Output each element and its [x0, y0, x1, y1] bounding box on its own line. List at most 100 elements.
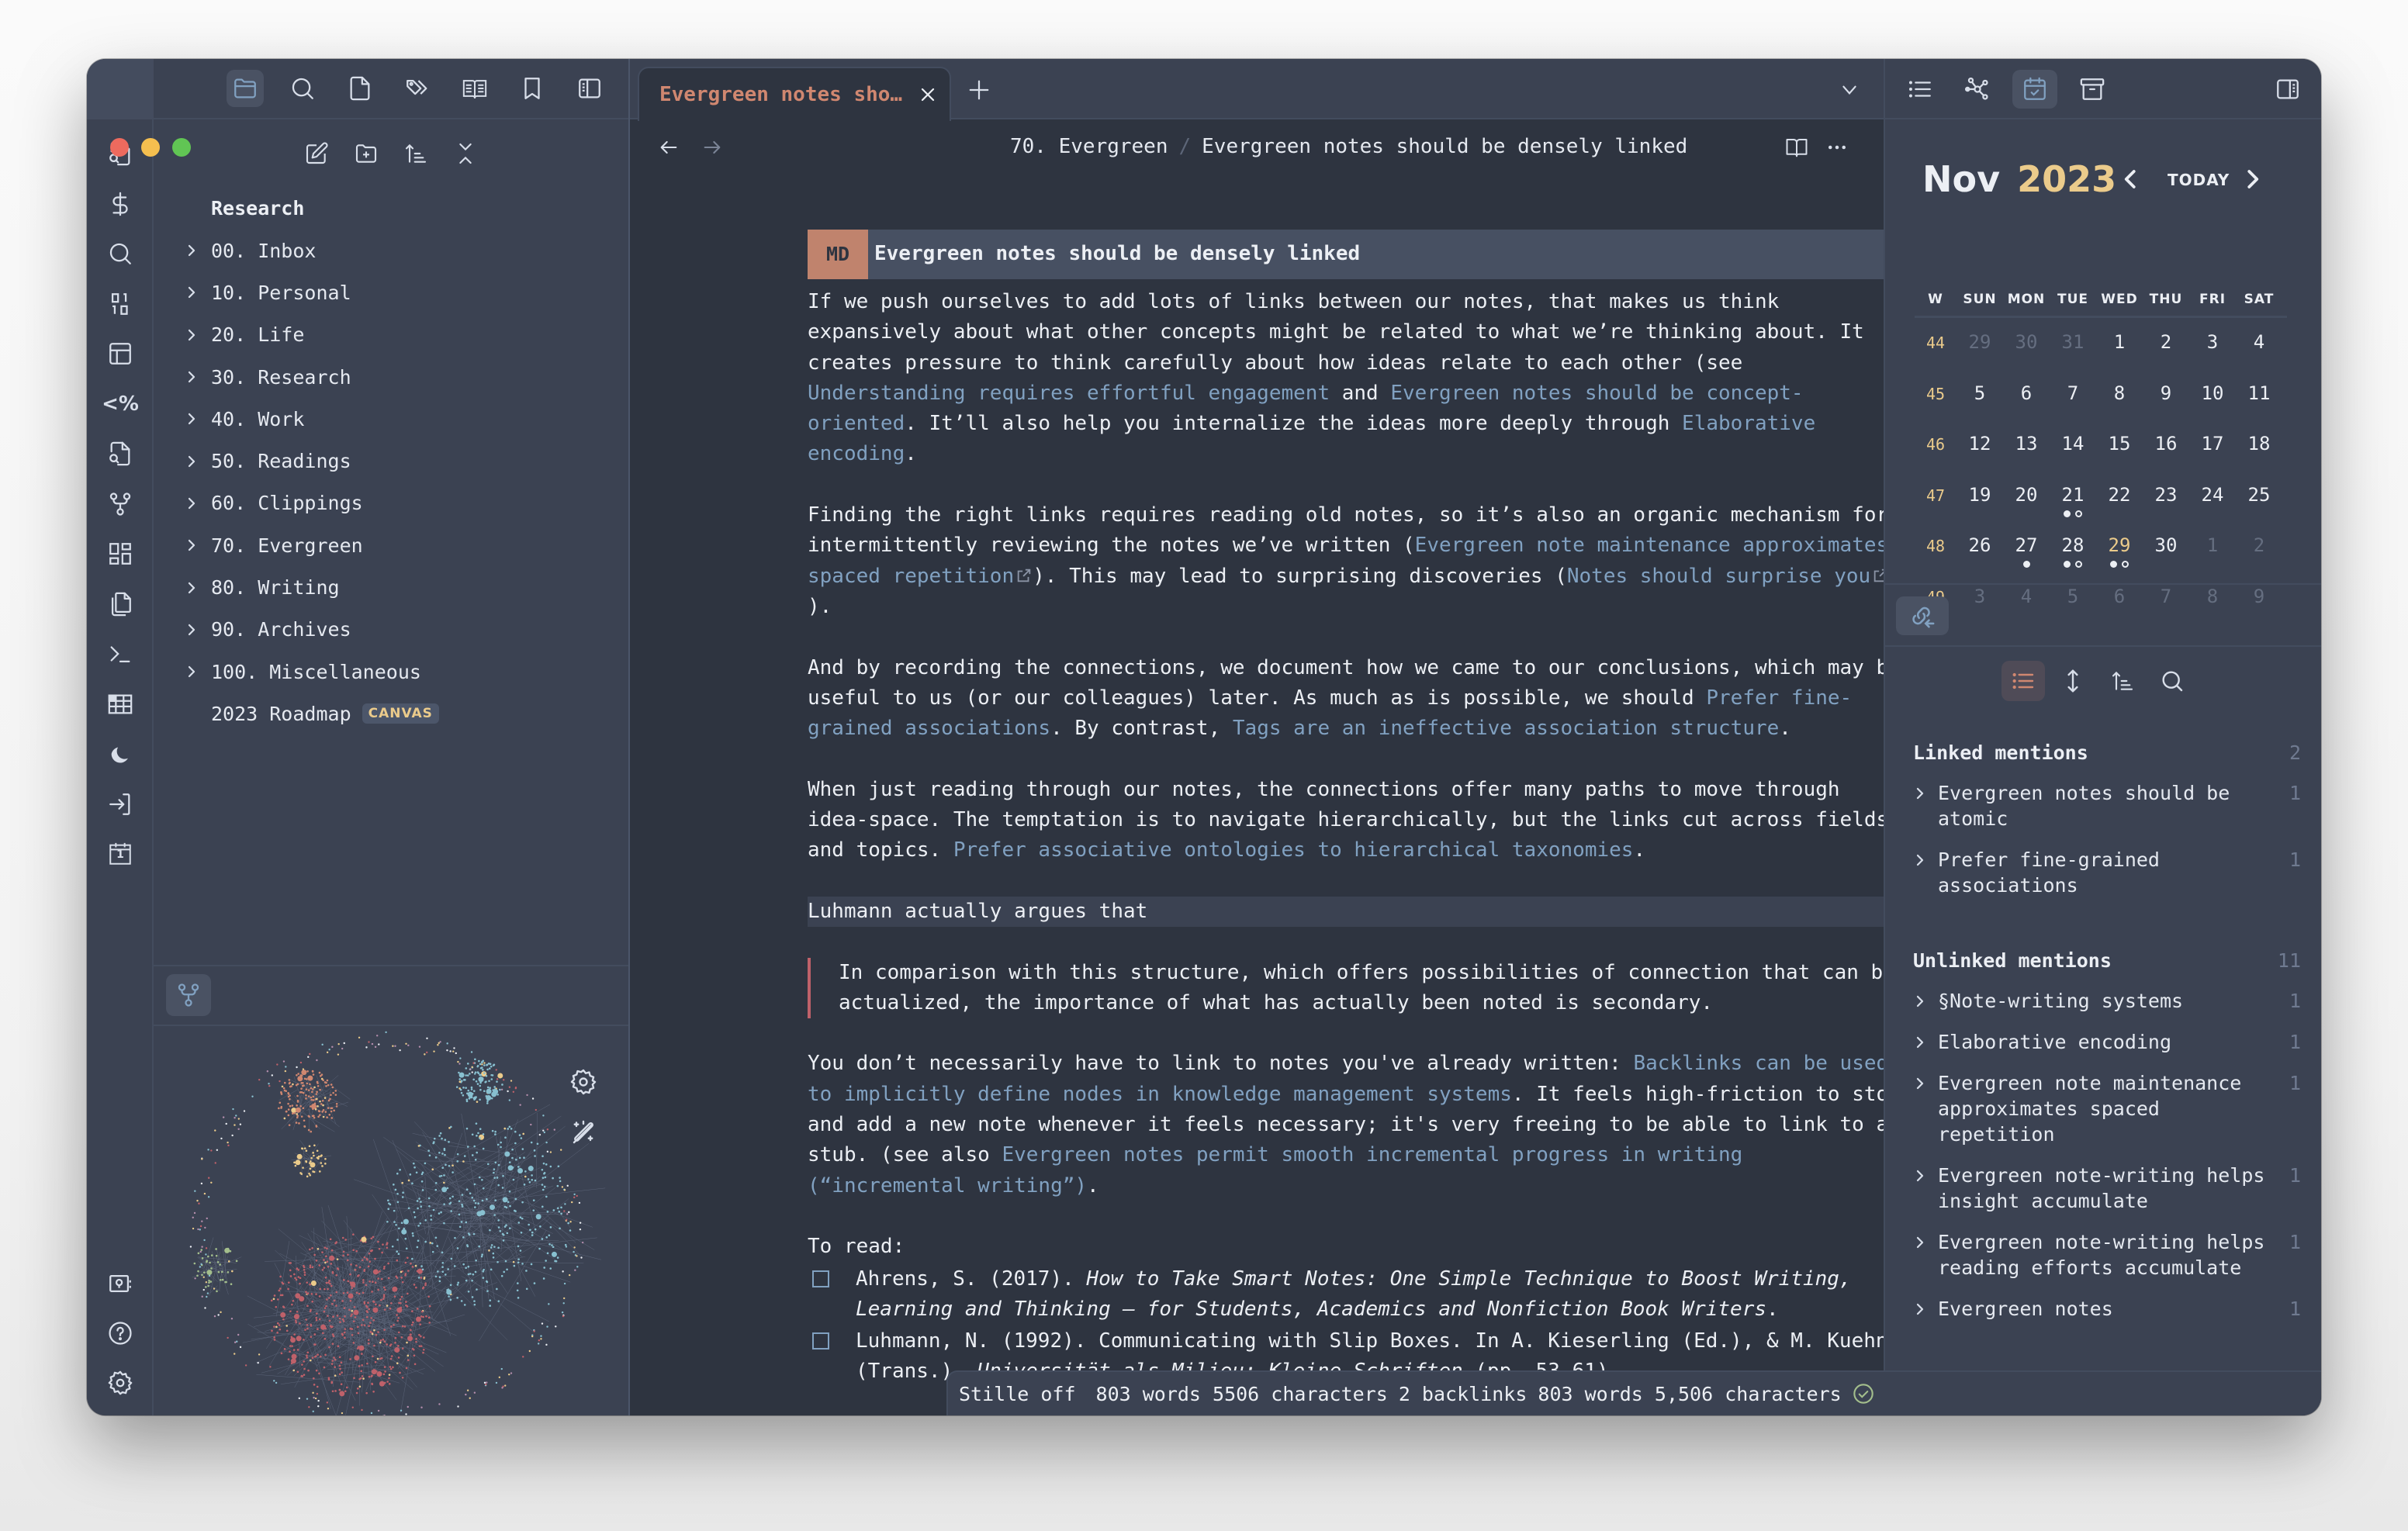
sort-button[interactable]: [399, 138, 433, 169]
copy-icon[interactable]: [102, 586, 139, 623]
calendar-day[interactable]: 6: [2003, 382, 2050, 429]
previous-month-button[interactable]: [2119, 168, 2143, 191]
local-graph-tab[interactable]: [1955, 70, 2000, 109]
calendar-day[interactable]: 27: [2003, 534, 2050, 581]
calendar-day[interactable]: 30: [2003, 331, 2050, 378]
calendar-day[interactable]: 16: [2143, 433, 2189, 479]
folder-item[interactable]: 70. Evergreen: [154, 524, 628, 566]
backlinks-tab[interactable]: [1896, 596, 1949, 635]
dollar-icon[interactable]: [102, 185, 139, 223]
bookmarks-tab[interactable]: [514, 70, 551, 107]
chevron-right-icon[interactable]: [1913, 988, 1938, 1014]
calendar-day[interactable]: 4: [2236, 331, 2282, 378]
template-icon[interactable]: <%: [102, 385, 139, 423]
backlink-item[interactable]: Evergreen note-writing helps reading eff…: [1913, 1229, 2301, 1280]
expand-button[interactable]: [2051, 661, 2095, 701]
zoom-window-button[interactable]: [172, 138, 191, 157]
week-number[interactable]: 46: [1915, 433, 1956, 479]
chevron-right-icon[interactable]: [1913, 1163, 1938, 1188]
chevron-right-icon[interactable]: [1913, 1029, 1938, 1055]
calendar-day[interactable]: 25: [2236, 484, 2282, 530]
calendar-day[interactable]: 11: [2236, 382, 2282, 429]
calendar-day[interactable]: 28: [2050, 534, 2096, 581]
calendar-day[interactable]: 29: [1956, 331, 2003, 378]
backlink-item[interactable]: Evergreen notes should be atomic 1: [1913, 780, 2301, 831]
sidebar-toggle-tab[interactable]: [571, 70, 608, 107]
chevron-right-icon[interactable]: [154, 285, 211, 299]
calendar-day[interactable]: 9: [2143, 382, 2189, 429]
reading-view-icon[interactable]: [1781, 132, 1812, 163]
backlink-item[interactable]: Elaborative encoding 1: [1913, 1029, 2301, 1055]
calendar-day[interactable]: 19: [1956, 484, 2003, 530]
graph-view-tab[interactable]: [166, 974, 211, 1016]
calendar-day[interactable]: 17: [2189, 433, 2236, 479]
collapse-all-button[interactable]: [448, 138, 483, 169]
calendar-day[interactable]: 9: [2236, 586, 2282, 632]
folder-item[interactable]: 50. Readings: [154, 440, 628, 482]
calendar-day[interactable]: 24: [2189, 484, 2236, 530]
todo-checkbox[interactable]: [812, 1332, 829, 1350]
calendar-day[interactable]: 4: [2003, 586, 2050, 632]
chevron-right-icon[interactable]: [1913, 780, 1938, 806]
chevron-right-icon[interactable]: [1913, 1070, 1938, 1096]
todo-checkbox[interactable]: [812, 1270, 829, 1287]
week-number[interactable]: 45: [1915, 382, 1956, 429]
calendar-day[interactable]: 2: [2143, 331, 2189, 378]
sort-button[interactable]: [2101, 661, 2144, 701]
graph-canvas[interactable]: [154, 1028, 628, 1415]
layout-icon[interactable]: [102, 335, 139, 372]
breadcrumb-note[interactable]: Evergreen notes should be densely linked: [1202, 135, 1687, 158]
right-sidebar-toggle[interactable]: [2265, 70, 2310, 109]
tags-tab[interactable]: [399, 70, 436, 107]
stille-status[interactable]: Stille off: [959, 1383, 1076, 1405]
calendar-day[interactable]: 13: [2003, 433, 2050, 479]
calendar-day[interactable]: 23: [2143, 484, 2189, 530]
folder-item[interactable]: 00. Inbox: [154, 230, 628, 271]
graph-settings-icon[interactable]: [566, 1065, 600, 1099]
folder-item[interactable]: 100. Miscellaneous: [154, 651, 628, 693]
login-icon[interactable]: [102, 786, 139, 823]
calendar-day[interactable]: 7: [2050, 382, 2096, 429]
calendar-day[interactable]: 30: [2143, 534, 2189, 581]
calendar-day[interactable]: 21: [2050, 484, 2096, 530]
forward-button[interactable]: [697, 132, 728, 163]
chevron-right-icon[interactable]: [154, 244, 211, 257]
calendar-day[interactable]: 18: [2236, 433, 2282, 479]
week-number[interactable]: 48: [1915, 534, 1956, 581]
close-tab-icon[interactable]: [912, 79, 943, 110]
internal-link[interactable]: Prefer associative ontologies to hierarc…: [953, 838, 1634, 862]
search-icon[interactable]: [102, 235, 139, 272]
help-icon[interactable]: [102, 1315, 139, 1352]
tab-list-dropdown[interactable]: [1835, 76, 1863, 104]
file-item[interactable]: 2023 Roadmap CANVAS: [154, 693, 628, 734]
calendar-day[interactable]: 15: [2096, 433, 2143, 479]
calendar-day[interactable]: 10: [2189, 382, 2236, 429]
chevron-right-icon[interactable]: [1913, 1296, 1938, 1322]
back-button[interactable]: [653, 132, 684, 163]
git-fork-icon[interactable]: [102, 486, 139, 523]
close-window-button[interactable]: [110, 138, 129, 157]
backlink-item[interactable]: Prefer fine-grained associations 1: [1913, 847, 2301, 898]
backlink-count[interactable]: 2 backlinks: [1399, 1383, 1527, 1405]
calendar-day[interactable]: 26: [1956, 534, 2003, 581]
calendar-day[interactable]: 8: [2096, 382, 2143, 429]
chevron-right-icon[interactable]: [154, 328, 211, 342]
unlinked-mentions-header[interactable]: Unlinked mentions 11: [1913, 942, 2301, 988]
breadcrumb-folder[interactable]: 70. Evergreen: [1010, 135, 1168, 158]
chevron-right-icon[interactable]: [1913, 847, 1938, 873]
chevron-right-icon[interactable]: [154, 454, 211, 468]
vault-icon[interactable]: [102, 1265, 139, 1302]
week-number[interactable]: 44: [1915, 331, 1956, 378]
calendar-day[interactable]: 20: [2003, 484, 2050, 530]
calendar-day[interactable]: 12: [1956, 433, 2003, 479]
folder-item[interactable]: 20. Life: [154, 314, 628, 356]
folder-item[interactable]: 10. Personal: [154, 271, 628, 313]
search-tab[interactable]: [284, 70, 321, 107]
folder-item[interactable]: 40. Work: [154, 398, 628, 440]
chevron-right-icon[interactable]: [154, 538, 211, 552]
today-button[interactable]: TODAY: [2168, 171, 2230, 189]
file-search-icon[interactable]: [102, 435, 139, 472]
backlink-item[interactable]: Evergreen notes 1: [1913, 1296, 2301, 1322]
chevron-right-icon[interactable]: [154, 496, 211, 510]
file-tab[interactable]: [341, 70, 379, 107]
